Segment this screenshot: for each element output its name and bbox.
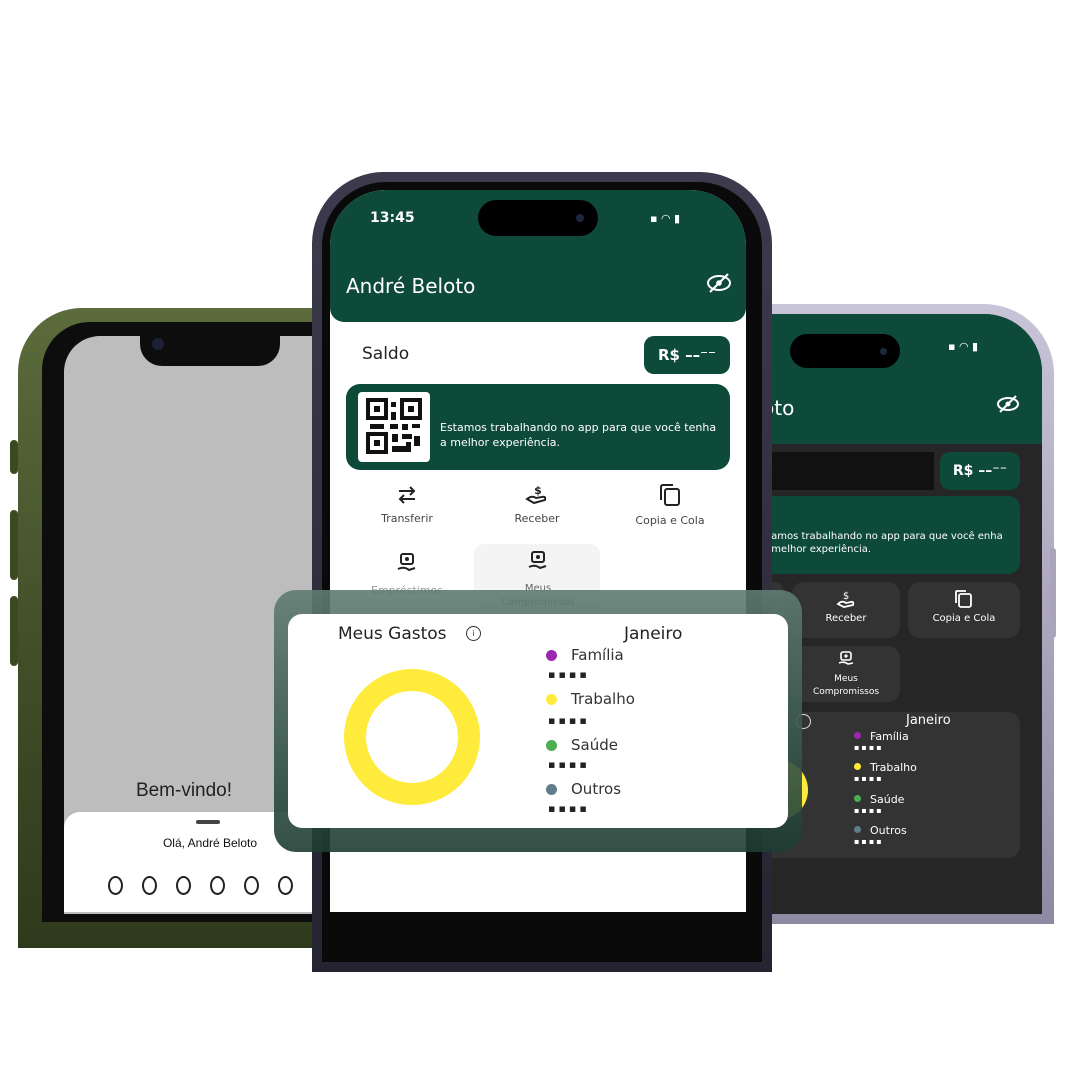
status-time: 13:45 [370,210,415,226]
transferir-label: Transferir [381,512,433,525]
status-icons: ▪ ◠ ▮ [650,212,681,225]
legend-label: Trabalho [571,690,635,708]
legend-item: Família [546,646,624,664]
camera-icon [152,338,164,350]
hide-balance-icon[interactable] [706,272,732,298]
copia-e-cola-button[interactable]: Copia e Cola [624,482,716,527]
month-selector[interactable]: Janeiro [624,624,682,644]
legend-item: Trabalho [546,690,635,708]
legend-item: Outros ▪▪▪▪ [852,824,1012,846]
svg-text:$: $ [843,591,849,602]
legend-dot [546,783,557,795]
legend-item: Saúde [546,736,618,754]
right-month-label: Janeiro [906,713,951,728]
receive-money-icon: $ [525,484,547,505]
legend-dot [854,795,861,802]
copy-paste-icon [660,484,680,506]
receive-money-icon: $ [836,591,855,608]
receber-button[interactable]: $ Receber [492,484,582,525]
balance-value[interactable]: R$ ––⁻⁻ [940,452,1020,490]
right-phone-side-button [1050,548,1056,638]
legend-item: Outros [546,780,621,798]
transfer-icon [398,486,416,504]
loan-icon [397,553,416,572]
balance-row [762,452,934,490]
legend-label: Outros [571,780,622,798]
legend-dot [854,826,861,833]
legend-dot [854,732,861,739]
balance-label: Saldo [362,344,410,364]
legend-dot [546,739,557,751]
legend-item: Trabalho ▪▪▪▪ [852,761,1012,783]
gastos-title: Meus Gastos [338,624,447,644]
qr-code-icon[interactable] [358,392,430,462]
legend-label: Trabalho [870,761,917,774]
pin-digit[interactable] [176,876,191,895]
receber-label: Receber [514,512,560,525]
legend-separator: ▪▪▪▪ [548,758,590,771]
legend-separator: ▪▪▪▪ [854,774,884,783]
pin-digit[interactable] [142,876,157,895]
receber-label: Receber [825,613,867,624]
legend-dot [546,693,557,705]
legend-separator: ▪▪▪▪ [548,802,590,815]
meus-compromissos-button[interactable]: Meus Compromissos [792,646,900,702]
legend-separator: ▪▪▪▪ [854,743,884,752]
legend-dot [546,649,557,661]
pin-digit[interactable] [278,876,293,895]
commitments-icon [528,551,547,570]
legend-label: Saúde [571,736,618,754]
left-phone-mute-button [10,440,18,474]
receber-button[interactable]: $ Receber [792,582,900,638]
legend-label: Outros [870,824,907,837]
legend-separator: ▪▪▪▪ [854,837,884,846]
welcome-title: Bem-vindo! [135,780,233,801]
legend-label: Família [571,646,624,664]
legend-item: Família ▪▪▪▪ [852,730,1012,752]
left-phone-volume-up-button [10,510,18,580]
legend-separator: ▪▪▪▪ [854,806,884,815]
left-phone-volume-down-button [10,596,18,666]
camera-icon [576,214,584,222]
camera-icon [880,348,887,355]
info-banner-text: stamos trabalhando no app para que você … [762,531,1003,555]
info-icon[interactable]: i [466,626,481,641]
copia-e-cola-label: Copia e Cola [635,514,705,527]
commitments-icon [838,651,854,665]
svg-text:$: $ [534,484,542,497]
legend-label: Saúde [870,793,905,806]
copia-e-cola-button[interactable]: Copia e Cola [908,582,1020,638]
sheet-handle[interactable] [196,820,220,824]
legend-dot [854,763,861,770]
legend-item: Saúde ▪▪▪▪ [852,793,1012,815]
pin-digit[interactable] [210,876,225,895]
balance-value[interactable]: R$ ––⁻⁻ [644,336,730,374]
gastos-donut-chart [344,669,480,805]
pin-digit[interactable] [108,876,123,895]
donut-segment-trabalho [344,669,480,805]
info-banner-text: Estamos trabalhando no app para que você… [440,421,717,449]
copy-paste-icon [955,590,972,608]
copia-e-cola-label: Copia e Cola [932,613,996,624]
pin-input[interactable] [108,876,293,895]
user-name: André Beloto [346,274,476,298]
legend-separator: ▪▪▪▪ [548,714,590,727]
legend-separator: ▪▪▪▪ [548,668,590,681]
pin-digit[interactable] [244,876,259,895]
status-icons: ▪ ◠ ▮ [948,340,979,353]
transferir-button[interactable]: Transferir [362,484,452,525]
legend-label: Família [870,730,909,743]
meus-compromissos-label: Meus Compromissos [812,674,880,697]
hide-balance-icon[interactable] [996,394,1020,418]
